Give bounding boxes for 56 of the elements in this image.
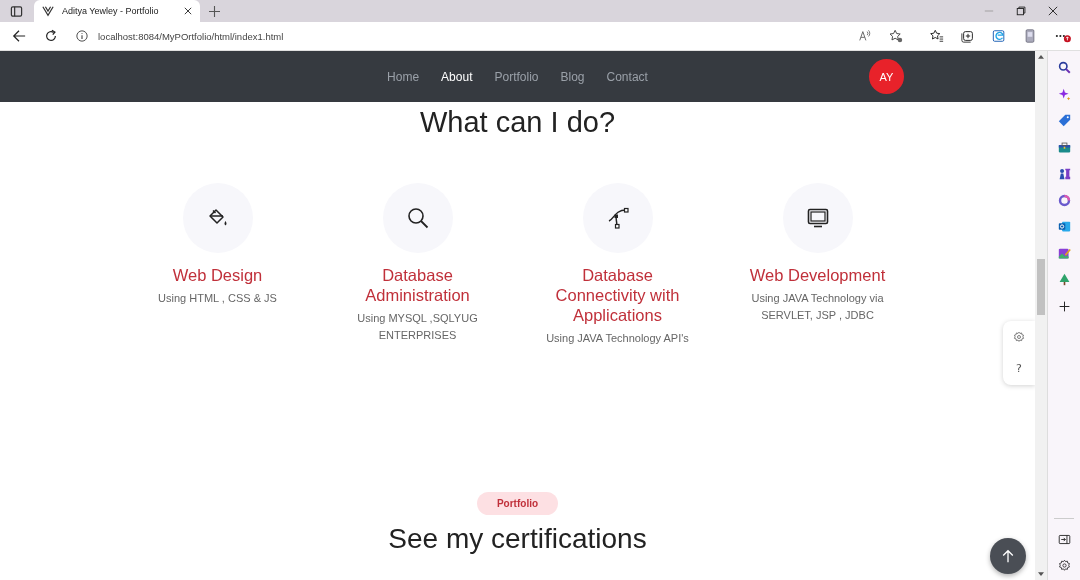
section-heading: See my certifications bbox=[388, 523, 647, 555]
scrollbar[interactable] bbox=[1035, 51, 1047, 580]
close-icon[interactable] bbox=[184, 7, 192, 15]
tree-icon[interactable] bbox=[1057, 273, 1071, 286]
scroll-down-icon[interactable] bbox=[1038, 572, 1044, 577]
monitor-icon bbox=[805, 206, 830, 230]
close-icon[interactable] bbox=[1048, 6, 1058, 16]
new-tab-icon[interactable] bbox=[209, 5, 220, 17]
info-icon bbox=[76, 30, 88, 42]
back-icon[interactable] bbox=[12, 29, 26, 43]
settings-icon[interactable] bbox=[1057, 559, 1071, 572]
read-aloud-icon[interactable] bbox=[858, 29, 872, 43]
chess-icon[interactable] bbox=[1057, 167, 1071, 180]
service-title: Web Development bbox=[748, 265, 887, 285]
favorites-icon[interactable] bbox=[930, 29, 944, 43]
service-description: Using MYSQL ,SQLYUG ENTERPRISES bbox=[356, 311, 479, 343]
tab-title: Aditya Yewley - Portfolio bbox=[62, 6, 160, 16]
nav-link[interactable]: Contact bbox=[606, 69, 648, 84]
tag-icon[interactable] bbox=[1057, 114, 1071, 127]
toolbox-icon[interactable] bbox=[1057, 140, 1071, 154]
restore-icon[interactable] bbox=[1016, 6, 1026, 16]
image-edit-icon[interactable] bbox=[1057, 246, 1071, 260]
scroll-up-icon[interactable] bbox=[1038, 54, 1044, 59]
nav-link[interactable]: Portfolio bbox=[494, 69, 539, 84]
help-button[interactable]: ? bbox=[1016, 362, 1022, 376]
mail-icon[interactable] bbox=[1057, 220, 1071, 233]
arrow-up-icon bbox=[1001, 549, 1015, 563]
section-badge: Portfolio bbox=[476, 492, 559, 515]
plus-icon[interactable] bbox=[1057, 299, 1071, 313]
browser-tab[interactable]: Aditya Yewley - Portfolio bbox=[34, 0, 200, 22]
refresh-icon[interactable] bbox=[44, 29, 58, 43]
section-heading: What can I do? bbox=[419, 105, 616, 140]
service-title: Web Design bbox=[171, 265, 264, 285]
extension-icon[interactable] bbox=[1023, 29, 1037, 43]
service-title: Database Administration bbox=[364, 265, 471, 305]
nav-link[interactable]: Home bbox=[387, 69, 420, 84]
browser-e-icon[interactable] bbox=[992, 29, 1006, 43]
add-favorite-icon[interactable] bbox=[889, 29, 903, 43]
scroll-to-top-button[interactable] bbox=[990, 538, 1026, 574]
ring-icon[interactable] bbox=[1057, 193, 1071, 207]
v-logo-icon bbox=[42, 5, 54, 17]
service-description: Using HTML , CSS & JS bbox=[157, 291, 278, 306]
tab-actions-icon[interactable] bbox=[10, 4, 23, 18]
service-description: Using JAVA Technology via SERVLET, JSP , JDBC bbox=[750, 291, 885, 323]
panel-icon[interactable] bbox=[1057, 532, 1071, 546]
search-icon[interactable] bbox=[1057, 61, 1071, 74]
settings-icon[interactable] bbox=[1013, 330, 1025, 343]
search-icon bbox=[405, 206, 430, 230]
service-title: Database Connectivity with Applications bbox=[554, 265, 681, 325]
avatar[interactable]: AY bbox=[869, 59, 904, 94]
sparkle-icon[interactable] bbox=[1057, 87, 1071, 101]
nav-link[interactable]: Blog bbox=[560, 69, 585, 84]
service-description: Using JAVA Technology API's bbox=[545, 331, 690, 346]
collections-icon[interactable] bbox=[961, 29, 975, 43]
nav-link[interactable]: About bbox=[441, 69, 473, 84]
scroll-thumb[interactable] bbox=[1037, 259, 1045, 315]
